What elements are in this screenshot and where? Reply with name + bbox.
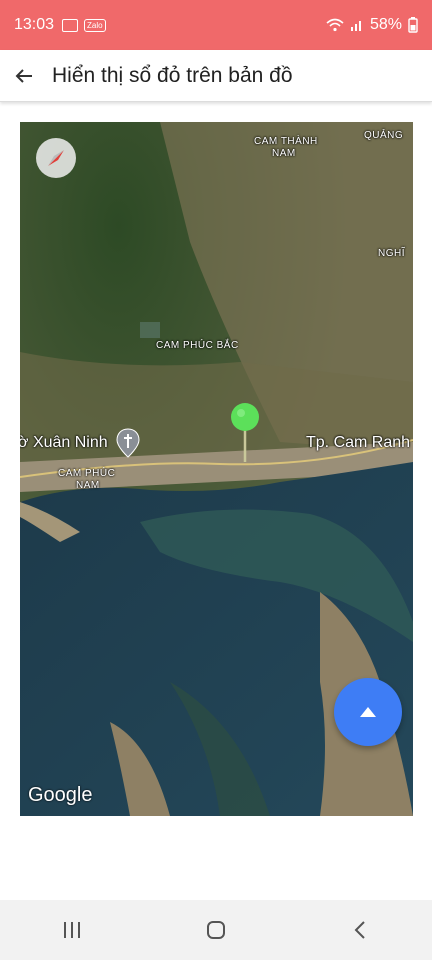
map-label-cam-phuc-nam-2: NAM bbox=[76, 480, 100, 491]
app-bar: Hiển thị sổ đỏ trên bản đồ bbox=[0, 50, 432, 102]
status-bar: 13:03 Zalo 58% bbox=[0, 0, 432, 50]
compass-button[interactable] bbox=[36, 138, 76, 178]
status-notification-icons: Zalo bbox=[62, 18, 106, 32]
recent-apps-icon bbox=[64, 922, 80, 938]
chevron-left-icon bbox=[354, 921, 365, 939]
zalo-icon: Zalo bbox=[84, 18, 106, 32]
church-icon[interactable] bbox=[116, 428, 140, 458]
gallery-icon bbox=[62, 18, 79, 32]
recent-apps-button[interactable] bbox=[42, 910, 102, 950]
map-label-cam-thanh-nam-1: CAM THÀNH bbox=[254, 136, 318, 147]
map-label-cam-ranh: Tp. Cam Ranh bbox=[306, 434, 411, 451]
wifi-icon bbox=[326, 18, 344, 32]
triangle-up-icon bbox=[360, 707, 376, 717]
status-time: 13:03 bbox=[14, 16, 55, 33]
home-icon bbox=[207, 921, 225, 939]
map-label-quang: QUẢNG bbox=[364, 130, 404, 141]
status-right: 58% bbox=[326, 16, 418, 34]
page-title: Hiển thị sổ đỏ trên bản đồ bbox=[52, 63, 293, 87]
back-button[interactable] bbox=[4, 56, 44, 96]
home-button[interactable] bbox=[186, 910, 246, 950]
signal-icon bbox=[350, 21, 361, 31]
map-label-cam-thanh-nam-2: NAM bbox=[272, 148, 296, 159]
compass-icon bbox=[48, 150, 64, 166]
battery-percent: 58% bbox=[369, 16, 402, 33]
scroll-up-fab[interactable] bbox=[334, 678, 402, 746]
map-label-xuan-ninh: ờ Xuân Ninh bbox=[20, 434, 108, 451]
arrow-left-icon bbox=[15, 68, 32, 83]
system-navigation-bar bbox=[0, 900, 432, 960]
back-nav-button[interactable] bbox=[330, 910, 390, 950]
map-label-nghi: NGHĨ bbox=[378, 248, 405, 259]
google-logo: Google bbox=[28, 784, 93, 806]
location-marker[interactable] bbox=[230, 402, 260, 464]
map-label-cam-phuc-nam-1: CAM PHÚC bbox=[58, 468, 116, 479]
map-label-cam-phuc-bac: CAM PHÚC BẮC bbox=[156, 340, 239, 351]
battery-icon bbox=[408, 17, 418, 33]
